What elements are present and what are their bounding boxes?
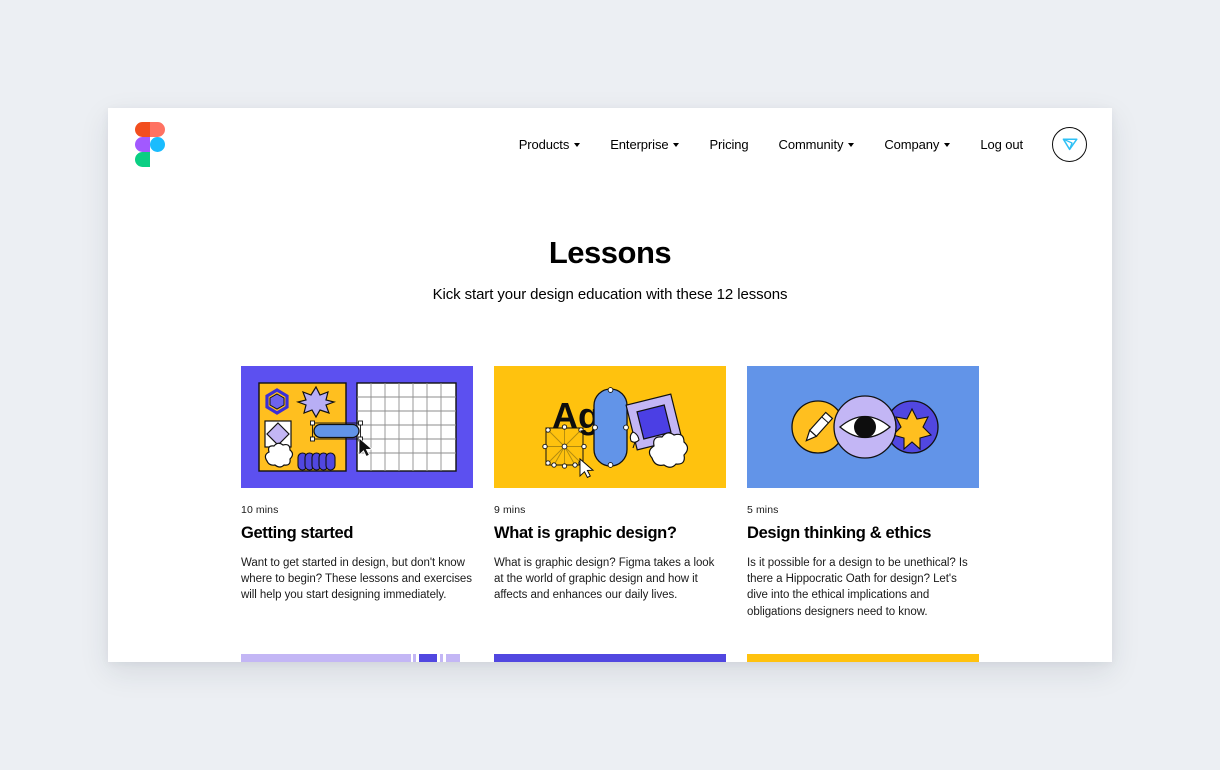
- lesson-title: What is graphic design?: [494, 524, 677, 543]
- lesson-card-what-is-graphic-design[interactable]: Ag 9 mins What is graphic design? What i…: [494, 366, 726, 620]
- lesson-title: Design thinking & ethics: [747, 524, 932, 543]
- site-header: Products Enterprise Pricing Community Co…: [108, 108, 1112, 180]
- lesson-duration: 9 mins: [494, 504, 526, 517]
- main-navigation: Products Enterprise Pricing Community Co…: [504, 126, 1087, 162]
- getting-started-illustration: [241, 366, 473, 489]
- lesson-card-4-peek[interactable]: [241, 654, 473, 662]
- lesson-duration: 5 mins: [747, 504, 779, 517]
- lesson-thumbnail-6-peek: [747, 654, 979, 662]
- lesson-thumbnail-4-peek: [241, 654, 460, 662]
- lessons-grid: 10 mins Getting started Want to get star…: [241, 366, 979, 662]
- lesson-title: Getting started: [241, 524, 354, 543]
- lesson-card-6-peek[interactable]: [747, 654, 979, 662]
- chevron-down-icon: [944, 142, 951, 147]
- lesson-description: What is graphic design? Figma takes a lo…: [494, 556, 715, 602]
- design-thinking-ethics-thumbnail[interactable]: [747, 366, 979, 489]
- chevron-down-icon: [673, 142, 680, 147]
- lesson-thumbnail-5-peek: [494, 654, 726, 662]
- lesson-duration: 10 mins: [241, 504, 279, 517]
- graphic-design-illustration: Ag: [494, 366, 726, 489]
- design-thinking-illustration: [747, 366, 979, 489]
- figma-logo-bottom-left: [135, 152, 150, 167]
- nav-item-products[interactable]: Products: [504, 130, 596, 159]
- nav-label-products: Products: [518, 136, 570, 152]
- svg-text:Ag: Ag: [552, 395, 600, 436]
- chevron-down-icon: [848, 142, 855, 147]
- hero-section: Lessons Kick start your design education…: [108, 180, 1112, 303]
- chevron-down-icon: [574, 142, 581, 147]
- getting-started-thumbnail[interactable]: [241, 366, 473, 489]
- lesson-card-design-thinking-ethics[interactable]: 5 mins Design thinking & ethics Is it po…: [747, 366, 979, 620]
- lesson-description: Is it possible for a design to be unethi…: [747, 556, 968, 618]
- page-title: Lessons: [548, 235, 672, 270]
- nav-item-company[interactable]: Company: [869, 130, 965, 159]
- nav-item-log-out[interactable]: Log out: [965, 130, 1038, 159]
- lesson-card-5-peek[interactable]: [494, 654, 726, 662]
- nav-item-community[interactable]: Community: [764, 130, 870, 159]
- graphic-design-thumbnail[interactable]: Ag: [494, 366, 726, 489]
- nav-item-enterprise[interactable]: Enterprise: [595, 130, 694, 159]
- figma-logo-mid-right: [150, 137, 165, 152]
- page-subtitle: Kick start your design education with th…: [432, 286, 788, 304]
- nav-label-community: Community: [778, 136, 844, 152]
- figma-logo-top-right: [150, 122, 165, 137]
- user-avatar[interactable]: [1052, 126, 1087, 162]
- nav-label-pricing: Pricing: [709, 136, 749, 152]
- figma-logo[interactable]: [135, 122, 165, 167]
- lesson-description: Want to get started in design, but don't…: [241, 556, 472, 602]
- lesson-card-getting-started[interactable]: 10 mins Getting started Want to get star…: [241, 366, 473, 620]
- nav-label-company: Company: [884, 136, 940, 152]
- nav-label-log-out: Log out: [980, 136, 1023, 152]
- figma-logo-mid-left: [135, 137, 150, 152]
- nav-item-pricing[interactable]: Pricing: [694, 130, 763, 159]
- paper-plane-icon: [1062, 138, 1078, 151]
- nav-label-enterprise: Enterprise: [610, 136, 669, 152]
- figma-logo-top-left: [135, 122, 150, 137]
- site-panel: Products Enterprise Pricing Community Co…: [108, 108, 1112, 662]
